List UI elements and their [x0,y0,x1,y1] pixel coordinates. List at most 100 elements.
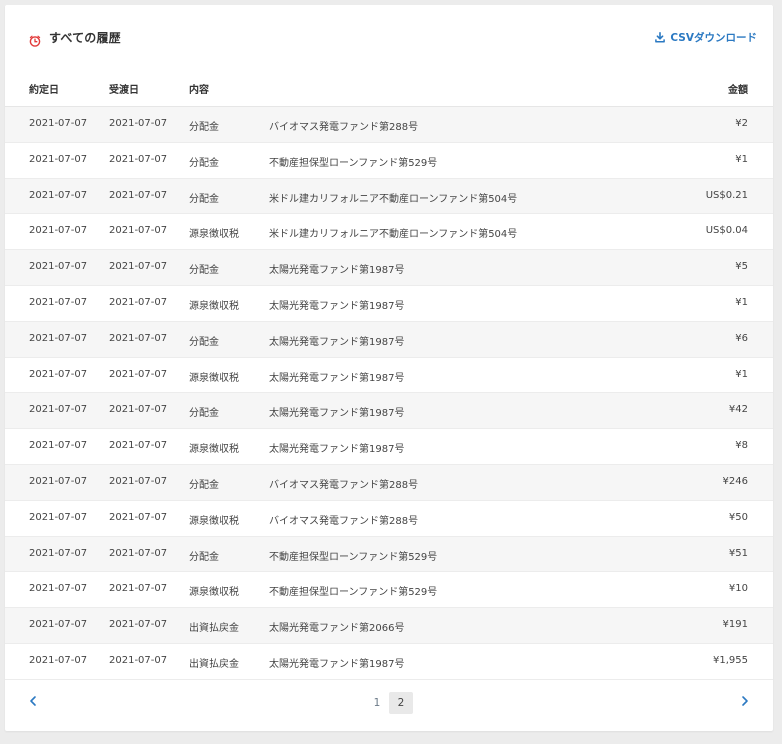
trade-date-cell: 2021-07-07 [29,440,88,452]
table-row: 2021-07-07 2021-07-07 分配金 バイオマス発電ファンド第288号 ¥… [5,464,773,501]
amount-cell: ¥6 [735,332,748,344]
settlement-date-cell: 2021-07-07 [109,547,168,559]
trade-date-cell: 2021-07-07 [29,475,88,487]
fund-name-cell: 不動産担保型ローンファンド第529号 [269,157,438,169]
amount-cell: ¥1 [735,153,748,165]
trade-date-cell: 2021-07-07 [29,404,88,416]
content-cell: 分配金 [189,479,219,491]
content-cell: 分配金 [189,122,219,133]
fund-name-cell: 太陽光発電ファンド第1987号 [269,372,405,384]
table-row: 2021-07-07 2021-07-07 分配金 不動産担保型ローンファンド第529… [5,536,773,573]
amount-cell: ¥191 [722,619,748,631]
download-icon [655,31,666,43]
settlement-date-cell: 2021-07-07 [109,225,168,237]
fund-name-cell: 米ドル建カリフォルニア不動産ローンファンド第504号 [269,193,518,205]
trade-date-cell: 2021-07-07 [29,511,88,523]
pagination: 1 2 [5,687,773,717]
table-header: 約定日 受渡日 内容 金額 [5,69,773,107]
settlement-date-cell: 2021-07-07 [109,404,168,416]
trade-date-cell: 2021-07-07 [29,118,88,129]
column-header-trade-date: 約定日 [29,85,59,96]
table-row: 2021-07-07 2021-07-07 源泉徴収税 米ドル建カリフォルニア不動産ロ… [5,214,773,251]
fund-name-cell: 太陽光発電ファンド第1987号 [269,300,405,312]
trade-date-cell: 2021-07-07 [29,189,88,201]
content-cell: 分配金 [189,157,219,169]
page-button[interactable]: 1 [365,692,389,714]
fund-name-cell: バイオマス発電ファンド第288号 [269,515,419,527]
table-row: 2021-07-07 2021-07-07 出資払戻金 太陽光発電ファンド第2066号… [5,608,773,644]
content-cell: 分配金 [189,265,219,277]
column-header-content: 内容 [189,85,209,96]
content-cell: 源泉徴収税 [189,300,239,312]
amount-cell: ¥50 [728,511,748,523]
table-row: 2021-07-07 2021-07-07 源泉徴収税 不動産担保型ローンファンド第5… [5,572,773,609]
amount-cell: ¥51 [728,547,748,559]
table-body: 2021-07-07 2021-07-07 分配金バイオマス発電ファンド第288号 ¥… [5,107,773,680]
trade-date-cell: 2021-07-07 [29,261,88,273]
trade-date-cell: 2021-07-07 [29,296,88,308]
table-row: 2021-07-07 2021-07-07 源泉徴収税 バイオマス発電ファンド第288… [5,501,773,537]
fund-name-cell: 太陽光発電ファンド第1987号 [269,265,405,277]
fund-name-cell: 不動産担保型ローンファンド第529号 [269,551,438,563]
fund-name-cell: 太陽光発電ファンド第1987号 [269,336,405,348]
trade-date-cell: 2021-07-07 [29,225,88,237]
table-row: 2021-07-07 2021-07-07 出資払戻金 太陽光発電ファンド第1987号… [5,644,773,680]
settlement-date-cell: 2021-07-07 [109,118,168,129]
amount-cell: ¥5 [735,261,748,273]
amount-cell: ¥246 [722,475,748,487]
settlement-date-cell: 2021-07-07 [109,261,168,273]
settlement-date-cell: 2021-07-07 [109,296,168,308]
amount-cell: ¥10 [728,583,748,595]
settlement-date-cell: 2021-07-07 [109,440,168,452]
page-title: すべての履歴 [49,31,121,45]
amount-cell: ¥1 [735,296,748,308]
amount-cell: US$0.04 [705,225,748,237]
trade-date-cell: 2021-07-07 [29,547,88,559]
settlement-date-cell: 2021-07-07 [109,189,168,201]
csv-download-button[interactable]: CSVダウンロード [655,30,757,45]
settlement-date-cell: 2021-07-07 [109,332,168,344]
chevron-right-icon[interactable] [737,693,753,709]
table-row: 2021-07-07 2021-07-07 源泉徴収税 太陽光発電ファンド第1987号… [5,286,773,322]
column-header-settlement-date: 受渡日 [109,85,139,96]
content-cell: 源泉徴収税 [189,587,239,599]
clock-icon [29,32,41,47]
content-cell: 源泉徴収税 [189,444,239,456]
table-row: 2021-07-07 2021-07-07 分配金 不動産担保型ローンファンド第529… [5,143,773,179]
table-row: 2021-07-07 2021-07-07 分配金 太陽光発電ファンド第1987号 ¥6 [5,321,773,358]
chevron-left-icon[interactable] [25,693,41,709]
csv-download-label: CSVダウンロード [670,32,757,44]
content-cell: 源泉徴収税 [189,372,239,384]
content-cell: 分配金 [189,193,219,205]
settlement-date-cell: 2021-07-07 [109,153,168,165]
title-group: すべての履歴 [29,29,121,47]
column-header-amount: 金額 [728,85,748,96]
fund-name-cell: 太陽光発電ファンド第1987号 [269,658,405,670]
trade-date-cell: 2021-07-07 [29,654,88,666]
content-cell: 出資払戻金 [189,658,239,670]
content-cell: 分配金 [189,408,219,420]
settlement-date-cell: 2021-07-07 [109,475,168,487]
amount-cell: ¥42 [728,404,748,416]
content-cell: 分配金 [189,336,219,348]
settlement-date-cell: 2021-07-07 [109,368,168,380]
trade-date-cell: 2021-07-07 [29,583,88,595]
trade-date-cell: 2021-07-07 [29,368,88,380]
settlement-date-cell: 2021-07-07 [109,583,168,595]
trade-date-cell: 2021-07-07 [29,619,88,631]
fund-name-cell: 太陽光発電ファンド第2066号 [269,623,405,635]
amount-cell: US$0.21 [705,189,748,201]
trade-date-cell: 2021-07-07 [29,332,88,344]
settlement-date-cell: 2021-07-07 [109,654,168,666]
table-row: 2021-07-07 2021-07-07 分配金 バイオマス発電ファンド第288号 ¥… [5,107,773,143]
table-row: 2021-07-07 2021-07-07 分配金 太陽光発電ファンド第1987号 ¥5 [5,250,773,286]
page-button-current[interactable]: 2 [389,692,413,714]
table-row: 2021-07-07 2021-07-07 源泉徴収税 太陽光発電ファンド第1987号… [5,429,773,465]
settlement-date-cell: 2021-07-07 [109,619,168,631]
fund-name-cell: 不動産担保型ローンファンド第529号 [269,587,438,599]
amount-cell: ¥1,955 [713,654,748,666]
content-cell: 源泉徴収税 [189,229,239,241]
fund-name-cell: 米ドル建カリフォルニア不動産ローンファンド第504号 [269,229,518,241]
fund-name-cell: 太陽光発電ファンド第1987号 [269,444,405,456]
content-cell: 出資払戻金 [189,623,239,635]
